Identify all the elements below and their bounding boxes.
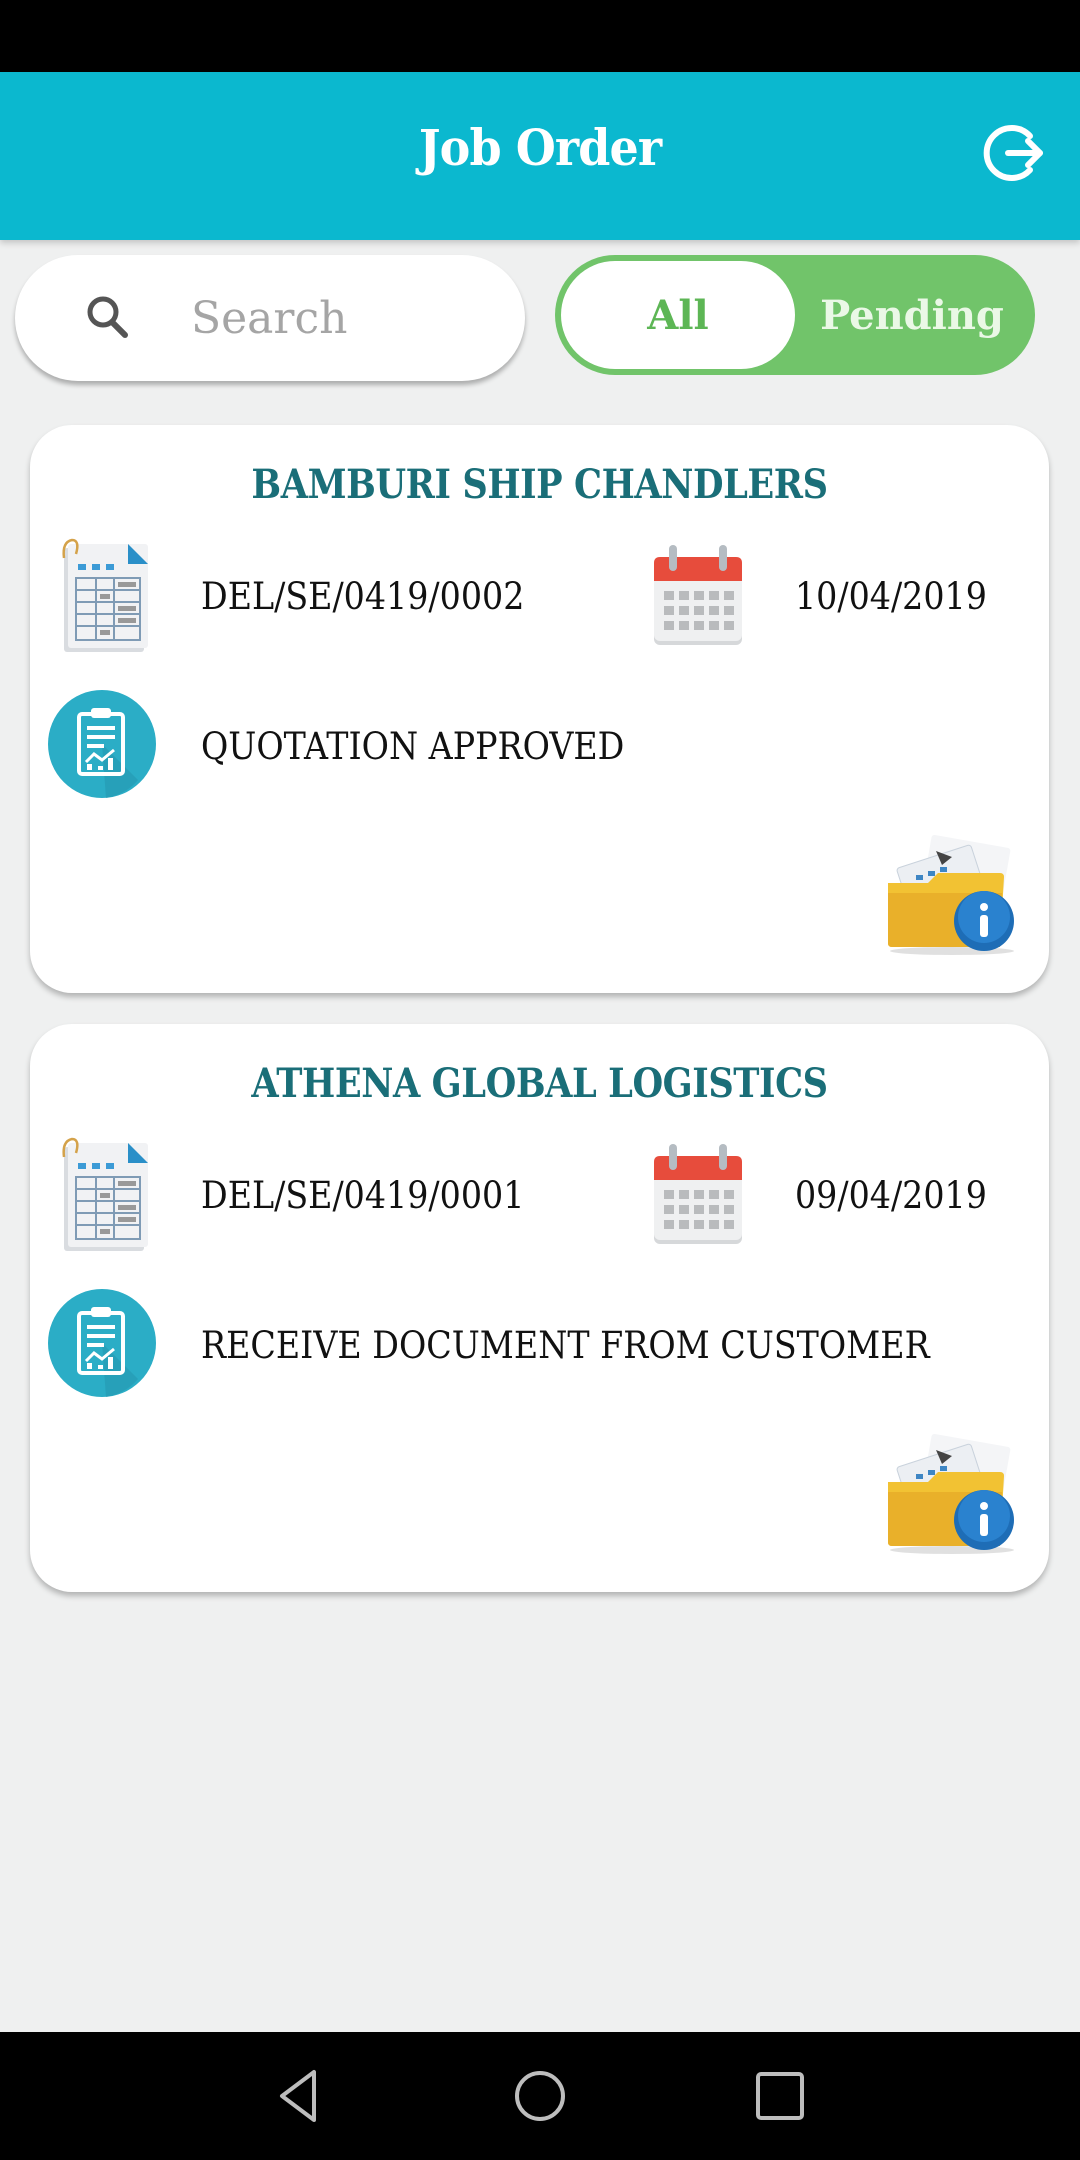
job-number: DEL/SE/0419/0002: [201, 575, 525, 618]
nav-recents-button[interactable]: [750, 2066, 810, 2126]
logout-button[interactable]: [978, 118, 1048, 188]
home-circle-icon: [515, 2071, 565, 2121]
job-number: DEL/SE/0419/0001: [201, 1174, 525, 1217]
nav-home-button[interactable]: [510, 2066, 570, 2126]
job-date: 10/04/2019: [795, 575, 987, 618]
document-table-icon: [56, 538, 152, 656]
job-status: RECEIVE DOCUMENT FROM CUSTOMER: [201, 1324, 930, 1367]
job-card[interactable]: BAMBURI SHIP CHANDLERS DEL/SE/0419/0002: [30, 425, 1049, 993]
folder-info-icon[interactable]: [882, 835, 1022, 957]
clipboard-chart-icon: [46, 1287, 158, 1399]
company-name: BAMBURI SHIP CHANDLERS: [251, 461, 828, 508]
job-status: QUOTATION APPROVED: [201, 725, 625, 768]
page-title: Job Order: [418, 118, 662, 177]
back-triangle-icon: [280, 2070, 316, 2122]
system-nav-bar: [0, 2032, 1080, 2160]
search-icon: [87, 296, 128, 338]
document-table-icon: [56, 1137, 152, 1255]
nav-back-button[interactable]: [270, 2066, 330, 2126]
clipboard-chart-icon: [46, 688, 158, 800]
filter-option-all[interactable]: All: [561, 261, 795, 369]
status-bar: [0, 0, 1080, 72]
recents-square-icon: [756, 2072, 804, 2120]
folder-info-icon[interactable]: [882, 1434, 1022, 1556]
company-name: ATHENA GLOBAL LOGISTICS: [251, 1060, 828, 1107]
filter-option-pending[interactable]: Pending: [795, 261, 1029, 369]
calendar-icon: [652, 1142, 744, 1246]
job-date: 09/04/2019: [795, 1174, 987, 1217]
search-bar[interactable]: [15, 255, 525, 381]
app-header: Job Order: [0, 72, 1080, 240]
calendar-icon: [652, 543, 744, 647]
logout-icon: [983, 125, 1043, 181]
search-input[interactable]: [191, 283, 501, 353]
filter-toggle[interactable]: All Pending: [555, 255, 1035, 375]
job-card[interactable]: ATHENA GLOBAL LOGISTICS DEL/SE/0419/0001: [30, 1024, 1049, 1592]
